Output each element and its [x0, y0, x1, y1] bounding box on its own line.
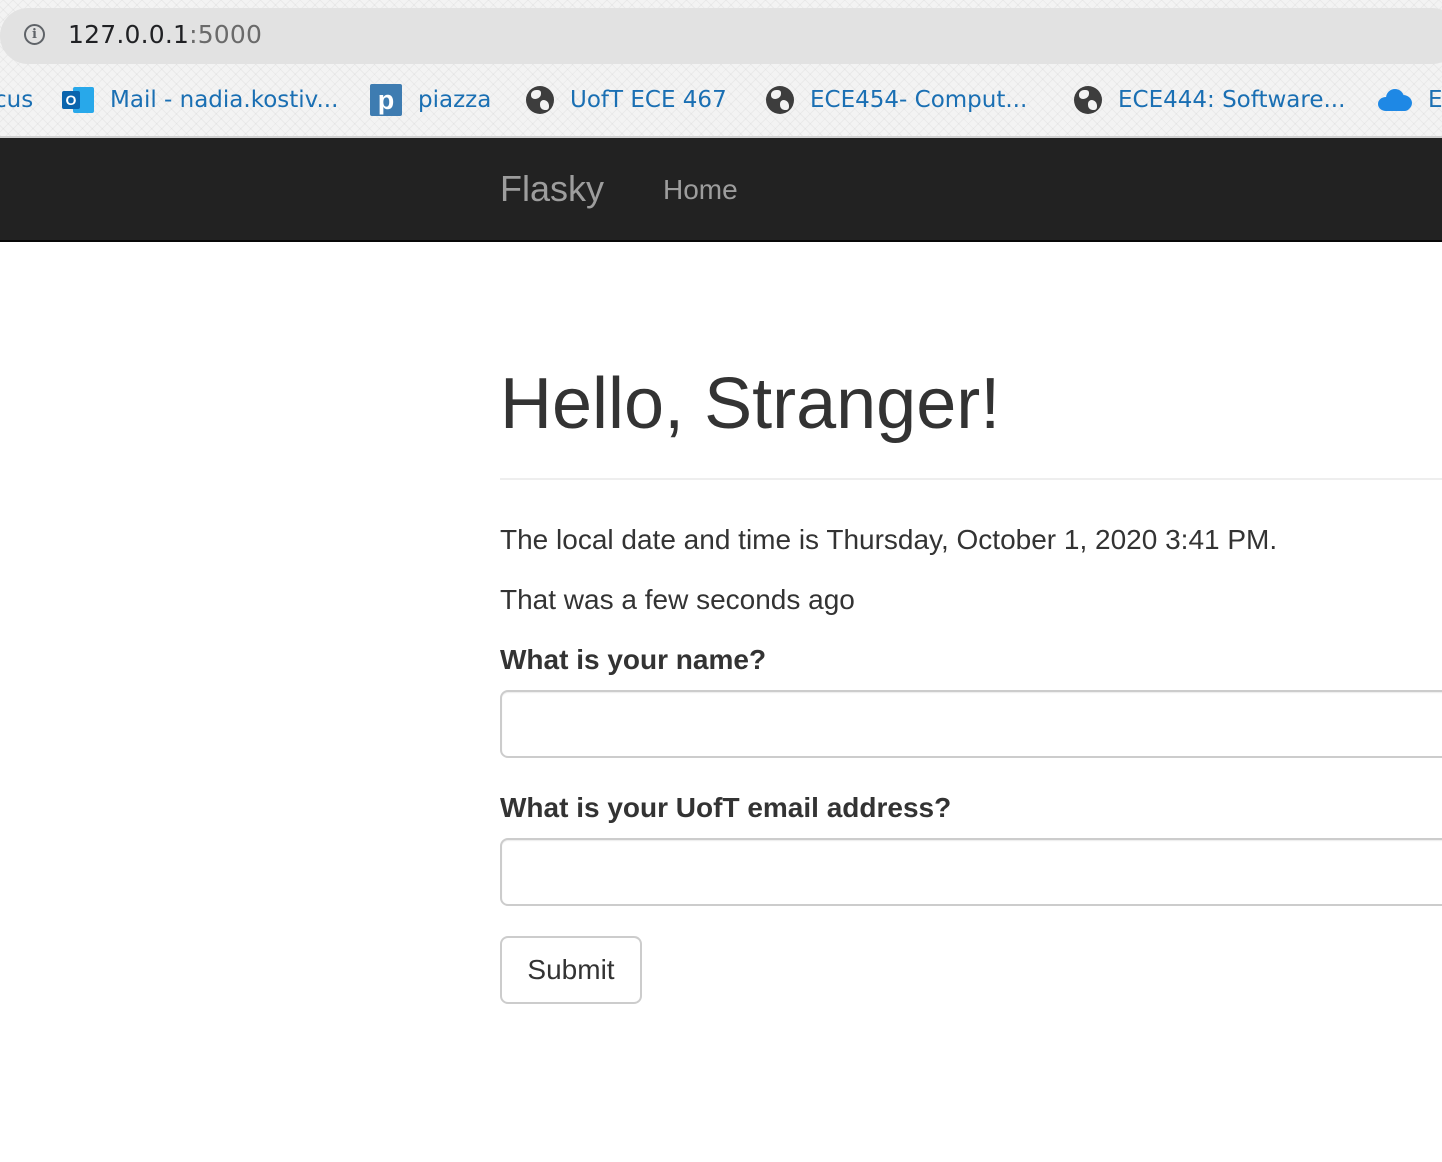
url-host: 127.0.0.1 [68, 20, 190, 49]
globe-icon [766, 86, 794, 114]
name-input[interactable] [500, 690, 1442, 758]
bookmark-ece444[interactable]: ECE444: Software... [1074, 82, 1345, 118]
browser-chrome: i 127.0.0.1:5000 cus O Mail - nadia.kost… [0, 0, 1442, 138]
bookmark-cus[interactable]: cus [0, 82, 33, 118]
header-divider [500, 478, 1442, 480]
navbar-brand[interactable]: Flasky [500, 168, 604, 210]
bookmark-label: Mail - nadia.kostiv... [110, 87, 339, 113]
bookmark-mail[interactable]: O Mail - nadia.kostiv... [62, 82, 338, 118]
piazza-icon: p [370, 84, 402, 116]
bookmark-ece454[interactable]: ECE454- Comput... [766, 82, 1027, 118]
navbar: Flasky Home [0, 138, 1442, 242]
globe-icon [526, 86, 554, 114]
url-text[interactable]: 127.0.0.1:5000 [68, 20, 262, 49]
submit-button[interactable]: Submit [500, 936, 642, 1004]
bookmark-label: cus [0, 87, 34, 113]
relative-time-text: That was a few seconds ago [500, 584, 855, 615]
email-label: What is your UofT email address? [500, 792, 952, 823]
bookmark-label: ECE454- Comput... [810, 87, 1028, 113]
name-label: What is your name? [500, 644, 767, 675]
globe-icon [1074, 86, 1102, 114]
bookmark-uoft-ece-467[interactable]: UofT ECE 467 [526, 82, 727, 118]
bookmark-label: E [1428, 87, 1442, 113]
outlook-icon: O [62, 85, 94, 115]
bookmark-label: ECE444: Software... [1118, 87, 1346, 113]
email-input[interactable] [500, 838, 1442, 906]
url-port: :5000 [189, 20, 263, 49]
onedrive-cloud-icon [1378, 89, 1412, 111]
datetime-text: The local date and time is Thursday, Oct… [500, 524, 1278, 555]
address-bar[interactable]: i 127.0.0.1:5000 [0, 8, 1442, 64]
nav-link-home[interactable]: Home [663, 174, 738, 206]
bookmark-onedrive[interactable]: E [1378, 82, 1442, 118]
info-icon[interactable]: i [24, 24, 45, 45]
bookmark-piazza[interactable]: p piazza [370, 82, 491, 118]
bookmark-label: UofT ECE 467 [570, 87, 727, 113]
bookmark-label: piazza [418, 87, 492, 113]
page-title: Hello, Stranger! [500, 364, 1001, 444]
